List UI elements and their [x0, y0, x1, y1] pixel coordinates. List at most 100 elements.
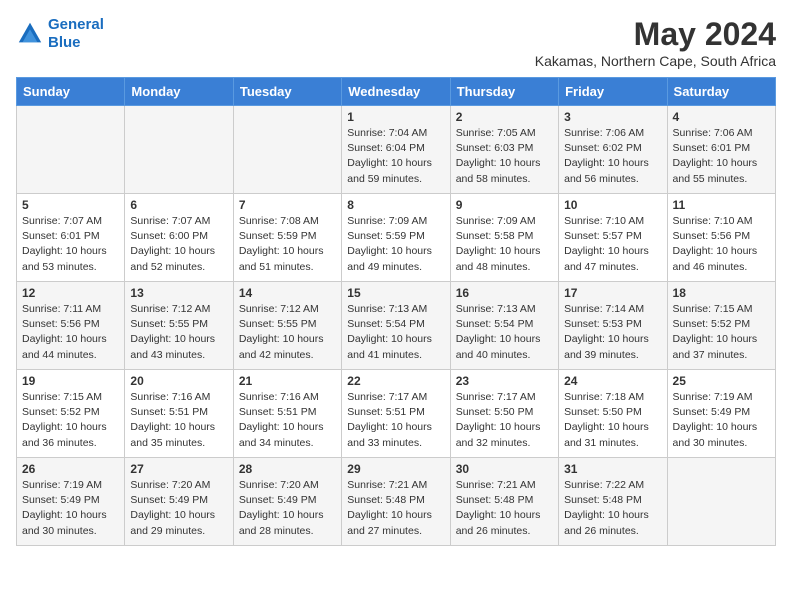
cell-content: Sunrise: 7:09 AMSunset: 5:58 PMDaylight:… — [456, 214, 553, 275]
cell-content: Sunrise: 7:15 AMSunset: 5:52 PMDaylight:… — [22, 390, 119, 451]
calendar-cell: 24Sunrise: 7:18 AMSunset: 5:50 PMDayligh… — [559, 370, 667, 458]
day-number: 21 — [239, 374, 336, 388]
day-number: 1 — [347, 110, 444, 124]
day-number: 7 — [239, 198, 336, 212]
day-header-tuesday: Tuesday — [233, 78, 341, 106]
cell-content: Sunrise: 7:13 AMSunset: 5:54 PMDaylight:… — [347, 302, 444, 363]
day-number: 8 — [347, 198, 444, 212]
cell-content: Sunrise: 7:19 AMSunset: 5:49 PMDaylight:… — [22, 478, 119, 539]
calendar-cell — [125, 106, 233, 194]
calendar-cell: 22 Sunrise: 7:17 AMSunset: 5:51 PMDayligh… — [342, 370, 450, 458]
calendar-cell: 28 Sunrise: 7:20 AMSunset: 5:49 PMDayligh… — [233, 458, 341, 546]
calendar-cell: 8 Sunrise: 7:09 AMSunset: 5:59 PMDaylight… — [342, 194, 450, 282]
calendar-cell: 17 Sunrise: 7:14 AMSunset: 5:53 PMDayligh… — [559, 282, 667, 370]
day-number: 20 — [130, 374, 227, 388]
calendar-cell: 19 Sunrise: 7:15 AMSunset: 5:52 PMDayligh… — [17, 370, 125, 458]
day-header-monday: Monday — [125, 78, 233, 106]
calendar-cell: 20 Sunrise: 7:16 AMSunset: 5:51 PMDayligh… — [125, 370, 233, 458]
day-number: 28 — [239, 462, 336, 476]
day-number: 26 — [22, 462, 119, 476]
cell-content: Sunrise: 7:07 AMSunset: 6:00 PMDaylight:… — [130, 214, 227, 275]
cell-content: Sunrise: 7:17 AMSunset: 5:50 PMDaylight:… — [456, 390, 553, 451]
day-number: 31 — [564, 462, 661, 476]
day-number: 30 — [456, 462, 553, 476]
day-number: 22 — [347, 374, 444, 388]
day-number: 16 — [456, 286, 553, 300]
cell-content: Sunrise: 7:13 AMSunset: 5:54 PMDaylight:… — [456, 302, 553, 363]
calendar-week-row: 1 Sunrise: 7:04 AMSunset: 6:04 PMDaylight… — [17, 106, 776, 194]
location: Kakamas, Northern Cape, South Africa — [535, 53, 776, 69]
cell-content: Sunrise: 7:04 AMSunset: 6:04 PMDaylight:… — [347, 126, 444, 187]
calendar-cell: 10 Sunrise: 7:10 AMSunset: 5:57 PMDayligh… — [559, 194, 667, 282]
day-header-sunday: Sunday — [17, 78, 125, 106]
calendar-cell: 23 Sunrise: 7:17 AMSunset: 5:50 PMDayligh… — [450, 370, 558, 458]
calendar-week-row: 26 Sunrise: 7:19 AMSunset: 5:49 PMDayligh… — [17, 458, 776, 546]
day-number: 3 — [564, 110, 661, 124]
cell-content: Sunrise: 7:20 AMSunset: 5:49 PMDaylight:… — [239, 478, 336, 539]
day-number: 17 — [564, 286, 661, 300]
cell-content: Sunrise: 7:06 AMSunset: 6:01 PMDaylight:… — [673, 126, 770, 187]
day-header-saturday: Saturday — [667, 78, 775, 106]
month-year: May 2024 — [535, 16, 776, 53]
calendar-cell: 29 Sunrise: 7:21 AMSunset: 5:48 PMDayligh… — [342, 458, 450, 546]
cell-content: Sunrise: 7:10 AMSunset: 5:56 PMDaylight:… — [673, 214, 770, 275]
day-number: 23 — [456, 374, 553, 388]
day-number: 4 — [673, 110, 770, 124]
day-header-wednesday: Wednesday — [342, 78, 450, 106]
day-number: 29 — [347, 462, 444, 476]
calendar-cell: 9 Sunrise: 7:09 AMSunset: 5:58 PMDaylight… — [450, 194, 558, 282]
cell-content: Sunrise: 7:08 AMSunset: 5:59 PMDaylight:… — [239, 214, 336, 275]
calendar-cell: 31 Sunrise: 7:22 AMSunset: 5:48 PMDayligh… — [559, 458, 667, 546]
day-number: 27 — [130, 462, 227, 476]
cell-content: Sunrise: 7:21 AMSunset: 5:48 PMDaylight:… — [347, 478, 444, 539]
header: General Blue May 2024 Kakamas, Northern … — [16, 16, 776, 69]
day-number: 9 — [456, 198, 553, 212]
calendar-cell: 26 Sunrise: 7:19 AMSunset: 5:49 PMDayligh… — [17, 458, 125, 546]
calendar-cell: 3Sunrise: 7:06 AMSunset: 6:02 PMDaylight… — [559, 106, 667, 194]
day-header-thursday: Thursday — [450, 78, 558, 106]
cell-content: Sunrise: 7:07 AMSunset: 6:01 PMDaylight:… — [22, 214, 119, 275]
logo: General Blue — [16, 16, 104, 52]
day-number: 13 — [130, 286, 227, 300]
cell-content: Sunrise: 7:16 AMSunset: 5:51 PMDaylight:… — [130, 390, 227, 451]
calendar-cell: 6 Sunrise: 7:07 AMSunset: 6:00 PMDaylight… — [125, 194, 233, 282]
calendar-cell: 30 Sunrise: 7:21 AMSunset: 5:48 PMDayligh… — [450, 458, 558, 546]
day-header-friday: Friday — [559, 78, 667, 106]
calendar-cell: 7 Sunrise: 7:08 AMSunset: 5:59 PMDaylight… — [233, 194, 341, 282]
calendar-cell: 4 Sunrise: 7:06 AMSunset: 6:01 PMDaylight… — [667, 106, 775, 194]
calendar-cell: 14Sunrise: 7:12 AMSunset: 5:55 PMDayligh… — [233, 282, 341, 370]
cell-content: Sunrise: 7:16 AMSunset: 5:51 PMDaylight:… — [239, 390, 336, 451]
day-number: 24 — [564, 374, 661, 388]
day-number: 25 — [673, 374, 770, 388]
cell-content: Sunrise: 7:21 AMSunset: 5:48 PMDaylight:… — [456, 478, 553, 539]
calendar-cell: 12 Sunrise: 7:11 AMSunset: 5:56 PMDayligh… — [17, 282, 125, 370]
calendar-cell: 25 Sunrise: 7:19 AMSunset: 5:49 PMDayligh… — [667, 370, 775, 458]
cell-content: Sunrise: 7:15 AMSunset: 5:52 PMDaylight:… — [673, 302, 770, 363]
calendar-cell: 11Sunrise: 7:10 AMSunset: 5:56 PMDayligh… — [667, 194, 775, 282]
day-number: 18 — [673, 286, 770, 300]
cell-content: Sunrise: 7:14 AMSunset: 5:53 PMDaylight:… — [564, 302, 661, 363]
calendar-week-row: 12 Sunrise: 7:11 AMSunset: 5:56 PMDayligh… — [17, 282, 776, 370]
day-number: 19 — [22, 374, 119, 388]
day-number: 6 — [130, 198, 227, 212]
title-block: May 2024 Kakamas, Northern Cape, South A… — [535, 16, 776, 69]
cell-content: Sunrise: 7:05 AMSunset: 6:03 PMDaylight:… — [456, 126, 553, 187]
cell-content: Sunrise: 7:11 AMSunset: 5:56 PMDaylight:… — [22, 302, 119, 363]
cell-content: Sunrise: 7:19 AMSunset: 5:49 PMDaylight:… — [673, 390, 770, 451]
calendar-cell: 15Sunrise: 7:13 AMSunset: 5:54 PMDayligh… — [342, 282, 450, 370]
calendar-cell — [233, 106, 341, 194]
calendar-cell: 16 Sunrise: 7:13 AMSunset: 5:54 PMDayligh… — [450, 282, 558, 370]
day-number: 5 — [22, 198, 119, 212]
cell-content: Sunrise: 7:12 AMSunset: 5:55 PMDaylight:… — [239, 302, 336, 363]
calendar-cell: 27Sunrise: 7:20 AMSunset: 5:49 PMDayligh… — [125, 458, 233, 546]
cell-content: Sunrise: 7:09 AMSunset: 5:59 PMDaylight:… — [347, 214, 444, 275]
day-number: 12 — [22, 286, 119, 300]
calendar-cell — [667, 458, 775, 546]
day-number: 10 — [564, 198, 661, 212]
cell-content: Sunrise: 7:10 AMSunset: 5:57 PMDaylight:… — [564, 214, 661, 275]
logo-line2: Blue — [48, 34, 81, 51]
logo-line1: General — [48, 16, 104, 33]
cell-content: Sunrise: 7:17 AMSunset: 5:51 PMDaylight:… — [347, 390, 444, 451]
calendar-cell: 13Sunrise: 7:12 AMSunset: 5:55 PMDayligh… — [125, 282, 233, 370]
cell-content: Sunrise: 7:22 AMSunset: 5:48 PMDaylight:… — [564, 478, 661, 539]
